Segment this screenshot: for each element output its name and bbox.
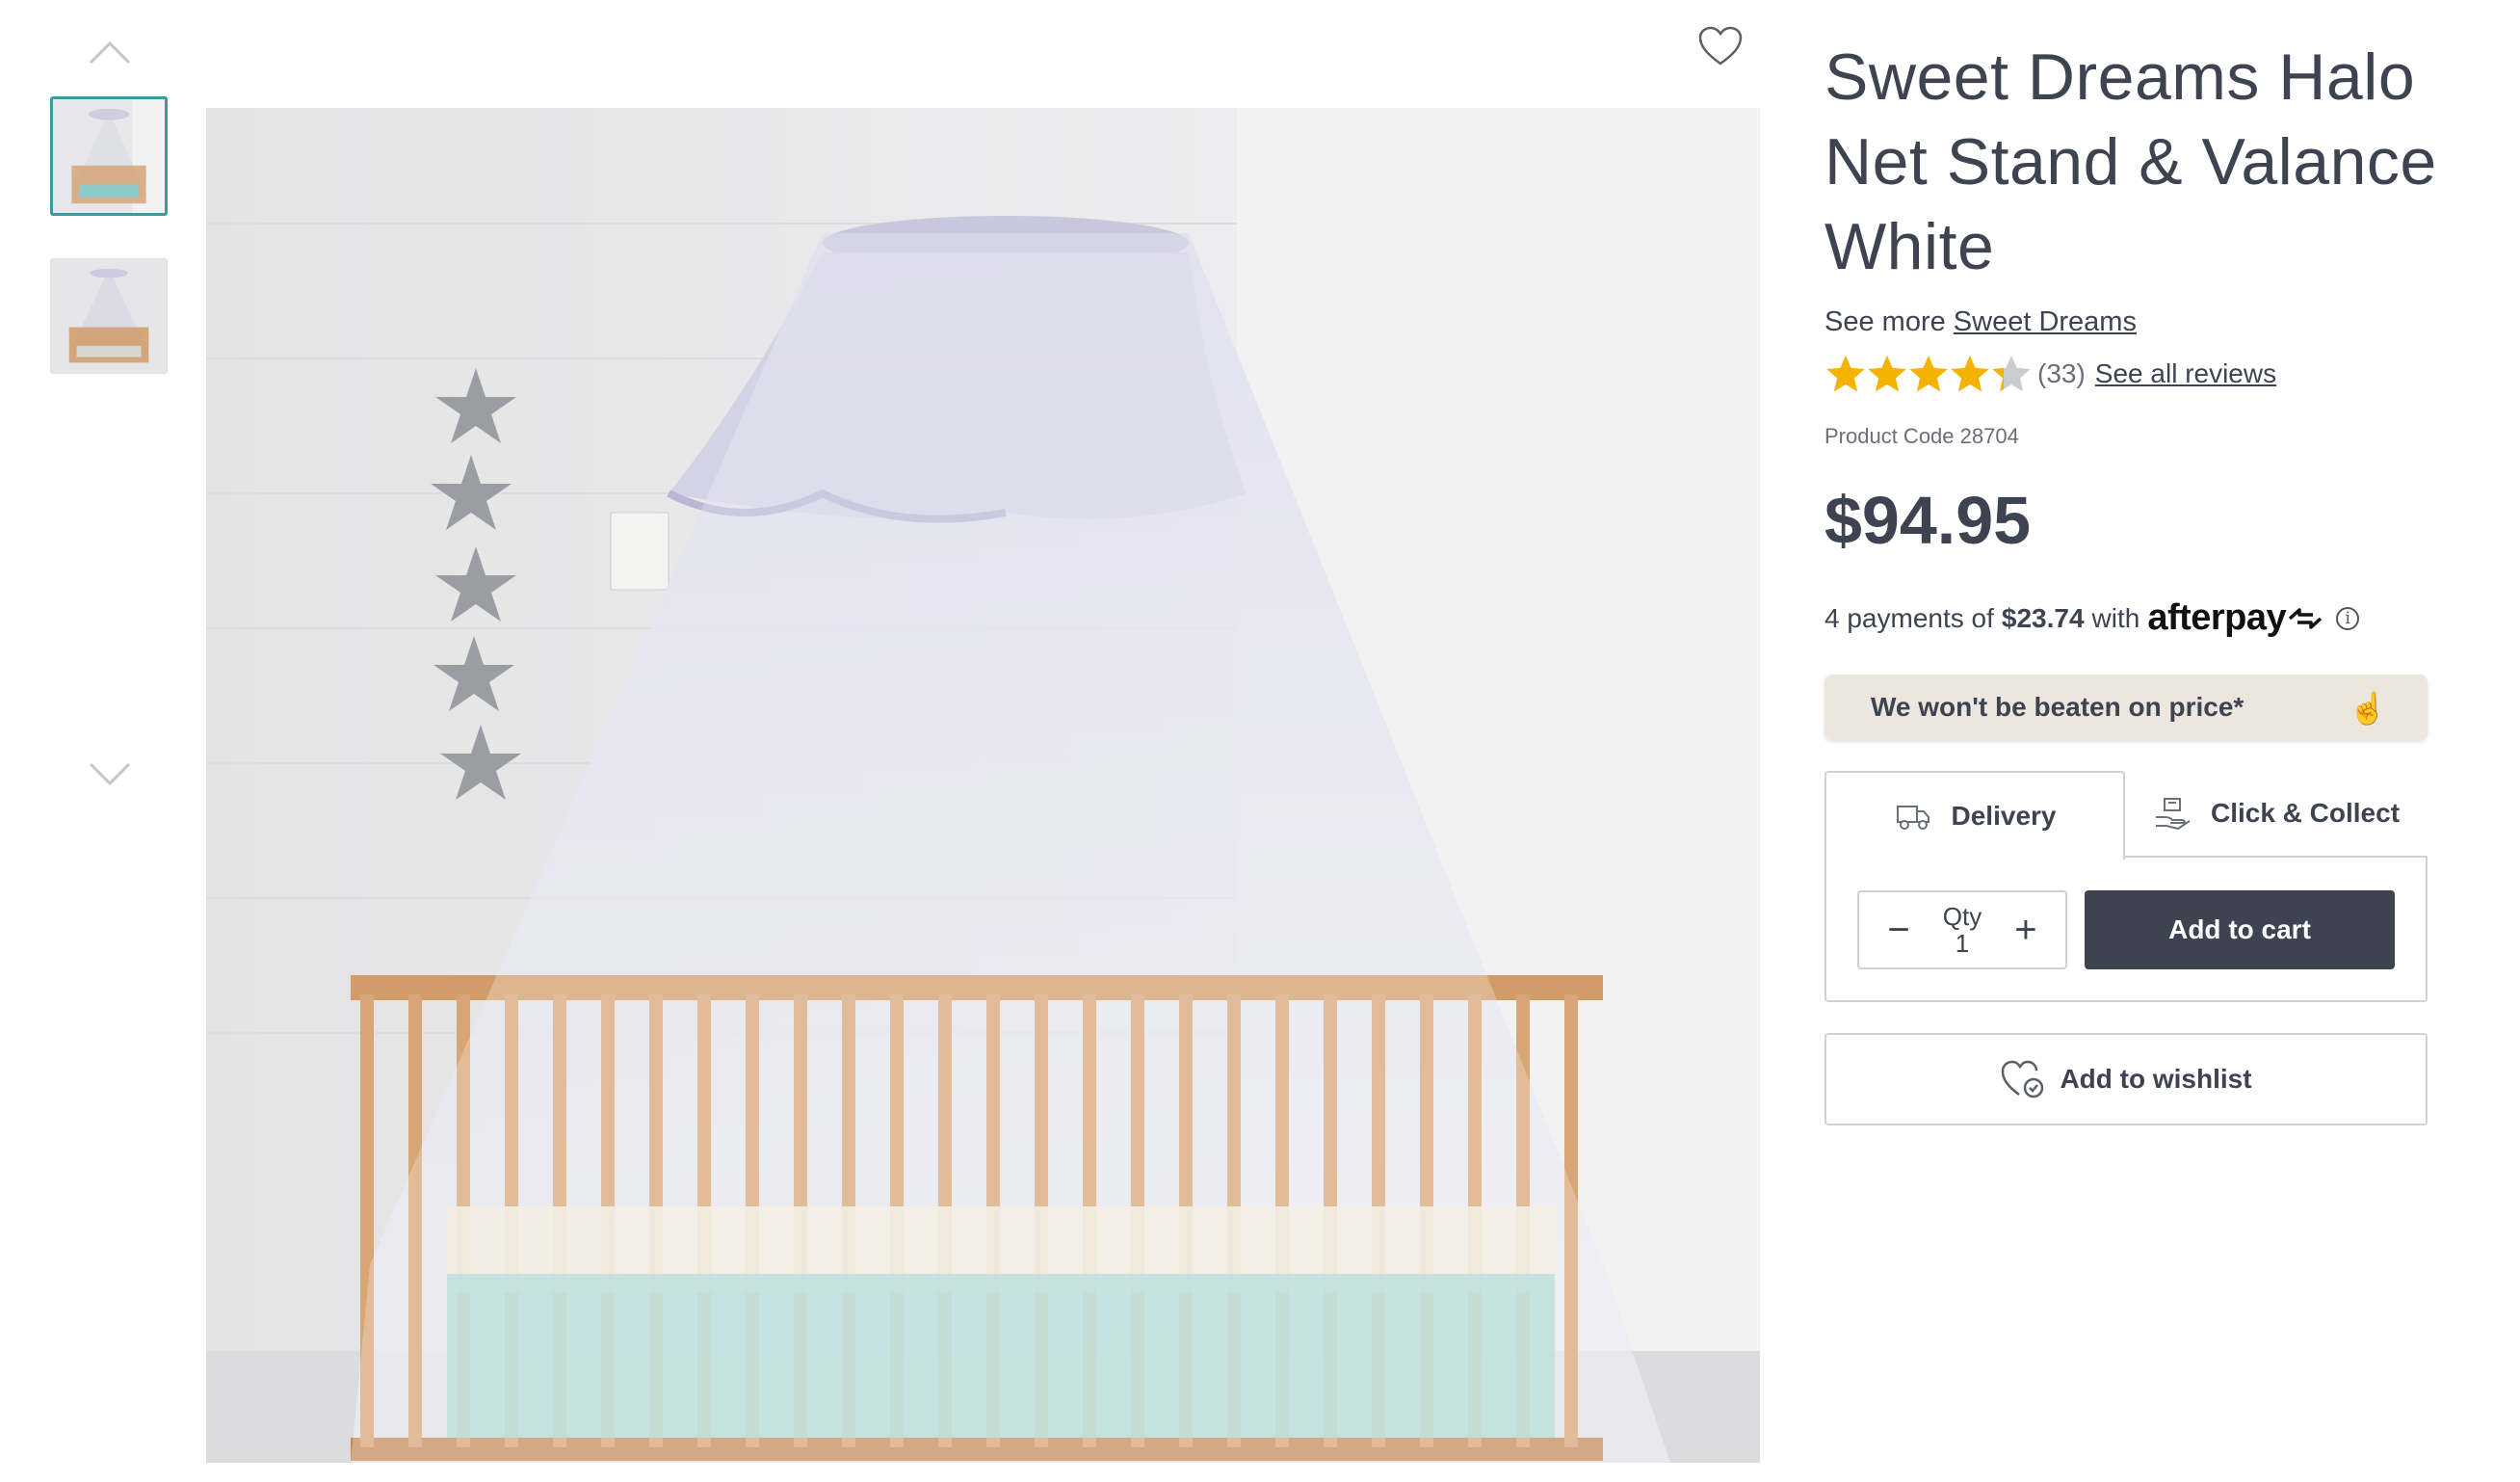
brand-link[interactable]: Sweet Dreams <box>1954 306 2137 337</box>
quantity-decrease-button[interactable]: − <box>1882 911 1915 949</box>
delivery-truck-icon <box>1896 806 1929 830</box>
add-to-cart-button[interactable]: Add to cart <box>2085 890 2395 969</box>
info-icon[interactable]: i <box>2336 606 2360 630</box>
afterpay-logo: afterpay <box>2147 597 2287 638</box>
star-icon <box>1909 355 1948 392</box>
add-to-wishlist-label: Add to wishlist <box>2060 1064 2252 1094</box>
afterpay-installments: 4 payments of $23.74 with afterpay i <box>1824 597 2360 639</box>
afterpay-with: with <box>2091 602 2140 633</box>
star-rating <box>1824 353 2032 395</box>
star-icon <box>1868 355 1906 392</box>
main-product-image <box>206 108 1760 1463</box>
product-title: Sweet Dreams Halo Net Stand & Valance Wh… <box>1824 40 2437 283</box>
tab-click-collect[interactable]: Click & Collect <box>2125 771 2428 856</box>
product-rating: (33) See all reviews <box>1824 353 2276 395</box>
star-half-icon <box>1992 355 2031 392</box>
afterpay-prefix: 4 payments of <box>1824 602 1994 633</box>
star-icon <box>1951 355 1989 392</box>
gallery-thumbnail-1[interactable] <box>50 96 168 216</box>
gallery-thumbnail-2[interactable] <box>50 258 168 374</box>
price-promise-banner[interactable]: We won't be beaten on price* ☝ <box>1824 675 2428 740</box>
price-promise-text: We won't be beaten on price* <box>1871 692 2244 722</box>
click-collect-hand-icon <box>2155 798 2191 831</box>
quantity-increase-button[interactable]: + <box>2009 911 2042 949</box>
tab-delivery-label: Delivery <box>1951 801 2057 831</box>
favourite-heart-icon[interactable] <box>1697 25 1744 71</box>
quantity-label: Qty <box>1942 902 1982 931</box>
add-to-wishlist-button[interactable]: Add to wishlist <box>1824 1033 2428 1125</box>
tab-delivery[interactable]: Delivery <box>1824 771 2125 860</box>
tab-click-collect-label: Click & Collect <box>2210 798 2401 828</box>
wishlist-heart-check-icon <box>2002 1060 2044 1098</box>
see-more-prefix: See more <box>1824 306 1946 337</box>
quantity-stepper: − Qty 1 + <box>1857 890 2067 969</box>
see-all-reviews-link[interactable]: See all reviews <box>2095 358 2276 389</box>
quantity-value[interactable]: 1 <box>1956 930 1969 957</box>
product-price: $94.95 <box>1824 483 2032 558</box>
gallery-up-arrow-icon[interactable] <box>83 25 137 79</box>
star-icon <box>1826 355 1865 392</box>
afterpay-arrows-icon <box>2288 607 2323 629</box>
see-more-brand: See more Sweet Dreams <box>1824 306 2137 338</box>
product-code: Product Code 28704 <box>1824 424 2019 448</box>
hand-cursor-icon: ☝ <box>2349 691 2387 726</box>
gallery-down-arrow-icon[interactable] <box>83 748 137 802</box>
quantity-display: Qty 1 <box>1943 903 1982 957</box>
review-count: (33) <box>2037 358 2086 388</box>
afterpay-amount: $23.74 <box>2001 602 2085 633</box>
